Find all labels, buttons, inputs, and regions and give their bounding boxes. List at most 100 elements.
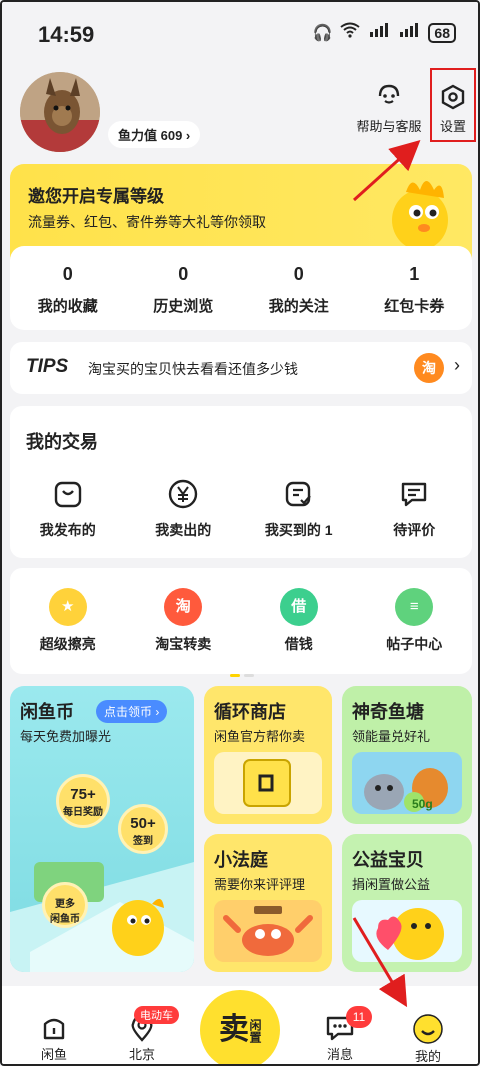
smile-face-icon (413, 1014, 443, 1044)
badge-value: 75+ (70, 786, 96, 803)
small-court-card[interactable]: 小法庭 需要你来评评理 (204, 834, 332, 972)
comment-icon (402, 482, 427, 507)
post-center-icon: ≡ (395, 588, 434, 626)
wifi-icon (340, 22, 361, 43)
claim-coin-button[interactable]: 点击领币 › (96, 700, 168, 723)
charity-card[interactable]: 公益宝贝 捐闲置做公益 (342, 834, 472, 972)
stat-value: 0 (293, 264, 304, 284)
taobao-resell-icon: 淘 (164, 588, 203, 626)
more-coins-badge[interactable]: 更多 闲鱼币 (42, 882, 88, 928)
coin-title: 闲鱼币 (20, 702, 74, 722)
trade-label: 待评价 (393, 522, 436, 538)
service-borrow[interactable]: 借 借钱 (241, 588, 357, 654)
headset-icon (378, 84, 400, 104)
order-icon (285, 481, 311, 507)
my-trades-panel: 我的交易 我发布的 我卖出的 我买到的 1 待评价 (10, 406, 472, 558)
tab-label: 我的 (414, 1049, 441, 1064)
bag-icon (54, 481, 81, 508)
status-time: 14:59 (38, 22, 95, 47)
stat-coupons[interactable]: 1 红包卡券 (357, 246, 473, 330)
magic-pond-card[interactable]: 神奇鱼塘 领能量兑好礼 50g (342, 686, 472, 824)
checkin-badge[interactable]: 50+ 签到 (118, 804, 168, 854)
stat-history[interactable]: 0 历史浏览 (126, 246, 242, 330)
taobao-icon: 淘 (414, 353, 444, 383)
stat-value: 0 (178, 264, 189, 284)
badge-label: 更多 (55, 899, 75, 910)
pond-energy-label: 50g (412, 797, 433, 811)
badge-label: 闲鱼币 (50, 914, 80, 925)
trade-label: 我买到的 1 (264, 522, 333, 538)
card-subtitle: 需要你来评评理 (214, 877, 306, 892)
stat-label: 我的收藏 (37, 298, 98, 315)
card-title: 循环商店 (214, 702, 286, 722)
banner-title: 邀您开启专属等级 (28, 187, 164, 206)
help-service-button[interactable]: 帮助与客服 (354, 82, 424, 135)
headphones-icon: 🎧 (312, 24, 333, 42)
stat-label: 我的关注 (268, 298, 329, 315)
card-title: 小法庭 (214, 850, 268, 870)
home-icon (43, 1018, 65, 1040)
borrow-icon: 借 (279, 588, 318, 626)
badge-label: 签到 (133, 836, 153, 847)
badge-label: 每日奖励 (63, 807, 103, 818)
settings-button[interactable]: 设置 (430, 68, 476, 142)
trade-bought[interactable]: 我买到的 1 (241, 478, 357, 540)
help-label: 帮助与客服 (356, 119, 422, 134)
card-subtitle: 领能量兑好礼 (352, 729, 431, 744)
tips-bar[interactable]: TIPS 淘宝买的宝贝快去看看还值多少钱 淘 › (10, 342, 472, 394)
tab-mine[interactable]: 我的 (398, 1014, 458, 1064)
sell-sub-label: 闲置 (248, 1019, 262, 1044)
tips-text: 淘宝买的宝贝快去看看还值多少钱 (88, 361, 298, 377)
trade-to-review[interactable]: 待评价 (357, 478, 473, 540)
recycle-shop-card[interactable]: 循环商店 闲鱼官方帮你卖 (204, 686, 332, 824)
trade-sold[interactable]: 我卖出的 (126, 478, 242, 540)
signal-icon (368, 22, 390, 43)
phone-screen: 14:59 🎧 68 鱼力值 609 › 帮助与客服 设置 邀您开启专属等级 流… (0, 0, 480, 1066)
service-label: 帖子中心 (386, 636, 443, 652)
card-title: 神奇鱼塘 (352, 702, 424, 722)
trade-label: 我卖出的 (155, 522, 212, 538)
settings-icon (441, 84, 465, 110)
shop-illustration (214, 752, 322, 814)
trade-published[interactable]: 我发布的 (10, 478, 126, 540)
charity-illustration (352, 900, 462, 962)
sell-label: 卖 (219, 1013, 249, 1046)
services-panel: ★ 超级擦亮 淘 淘宝转卖 借 借钱 ≡ 帖子中心 (10, 568, 473, 677)
stat-favorites[interactable]: 0 我的收藏 (10, 246, 126, 330)
polish-icon: ★ (48, 588, 87, 626)
stat-value: 1 (409, 264, 420, 284)
tab-label: 北京 (128, 1047, 155, 1062)
fish-mascot-icon (392, 181, 448, 250)
service-post-center[interactable]: ≡ 帖子中心 (357, 588, 473, 654)
service-label: 淘宝转卖 (155, 636, 212, 652)
stat-label: 红包卡券 (384, 298, 445, 315)
service-super-polish[interactable]: ★ 超级擦亮 (10, 588, 126, 654)
fish-coin-card[interactable]: 闲鱼币 点击领币 › 每天免费加曝光 75+ 每日奖励 50+ 签到 更多 闲鱼… (10, 686, 194, 972)
court-illustration (214, 900, 322, 962)
fish-power-score[interactable]: 鱼力值 609 › (108, 121, 201, 148)
sell-button[interactable]: 卖闲置 (200, 990, 280, 1064)
messages-count-badge: 11 (346, 1006, 372, 1028)
stat-label: 历史浏览 (153, 298, 214, 315)
daily-reward-badge[interactable]: 75+ 每日奖励 (56, 774, 110, 828)
tab-home[interactable]: 闲鱼 (24, 1014, 84, 1063)
trades-title: 我的交易 (26, 432, 98, 452)
page-indicator (230, 664, 258, 682)
avatar[interactable] (20, 72, 100, 152)
trade-label: 我发布的 (39, 522, 96, 538)
tab-label: 闲鱼 (40, 1047, 67, 1062)
tips-tag: TIPS (26, 356, 69, 377)
service-label: 借钱 (284, 636, 313, 652)
card-title: 公益宝贝 (352, 850, 424, 870)
status-icons: 🎧 68 (312, 22, 456, 43)
card-subtitle: 捐闲置做公益 (352, 877, 431, 892)
city-chip-badge: 电动车 (134, 1006, 179, 1024)
service-taobao-resell[interactable]: 淘 淘宝转卖 (126, 588, 242, 654)
status-bar: 14:59 🎧 68 (2, 2, 478, 64)
card-subtitle: 闲鱼官方帮你卖 (214, 729, 306, 744)
pond-illustration: 50g (352, 752, 462, 814)
stats-panel: 0 我的收藏 0 历史浏览 0 我的关注 1 红包卡券 (10, 246, 472, 330)
stat-following[interactable]: 0 我的关注 (241, 246, 357, 330)
yuan-icon (169, 479, 198, 509)
banner-subtitle: 流量券、红包、寄件券等大礼等你领取 (28, 214, 266, 230)
